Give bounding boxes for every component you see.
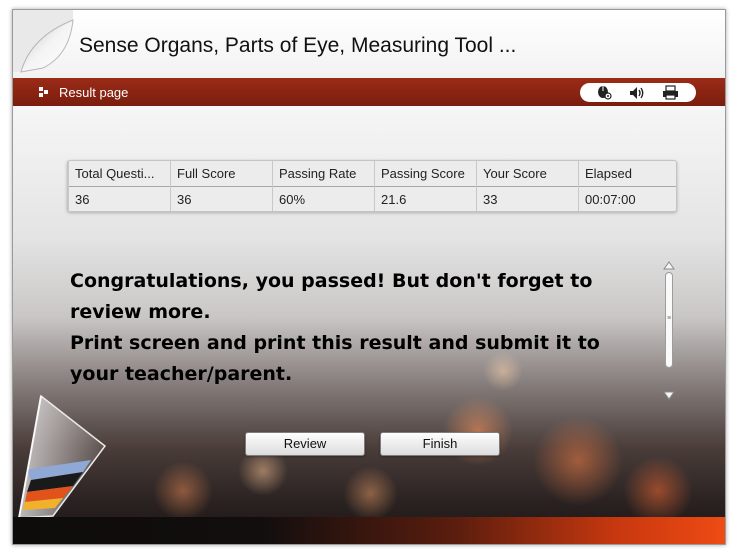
printer-icon <box>662 85 678 100</box>
scroll-down-button[interactable] <box>663 390 675 400</box>
column-value: 36 <box>75 192 90 207</box>
tool-pill <box>580 83 696 102</box>
column-header: Passing Score <box>381 166 465 181</box>
column-full-score: Full Score 36 <box>170 161 273 211</box>
speaker-icon <box>629 86 643 99</box>
result-page-label: Result page <box>59 85 129 100</box>
column-elapsed: Elapsed 00:07:00 <box>578 161 676 211</box>
title-area: Sense Organs, Parts of Eye, Measuring To… <box>13 10 725 78</box>
column-value: 21.6 <box>381 192 407 207</box>
bokeh-light <box>153 461 213 521</box>
mouse-settings-button[interactable] <box>594 84 614 101</box>
column-passing-rate: Passing Rate 60% <box>272 161 375 211</box>
scroll-thumb[interactable]: ≡ <box>665 272 673 368</box>
column-passing-score: Passing Score 21.6 <box>374 161 477 211</box>
bokeh-light <box>343 466 398 521</box>
scroll-up-button[interactable] <box>663 260 675 270</box>
page-marker-icon <box>39 87 48 97</box>
print-button[interactable] <box>660 84 680 101</box>
bokeh-light <box>533 416 623 506</box>
content-area: Total Questi... 36 Full Score 36 Passing… <box>13 106 725 544</box>
column-header: Passing Rate <box>279 166 357 181</box>
bottom-stripe <box>13 517 725 544</box>
grip-icon: ≡ <box>667 315 672 322</box>
score-table: Total Questi... 36 Full Score 36 Passing… <box>67 160 677 212</box>
column-header: Total Questi... <box>75 166 155 181</box>
result-message: Congratulations, you passed! But don't f… <box>70 266 645 390</box>
column-value: 36 <box>177 192 192 207</box>
column-your-score: Your Score 33 <box>476 161 579 211</box>
sound-button[interactable] <box>627 84 647 101</box>
column-header: Full Score <box>177 166 236 181</box>
column-total-questions: Total Questi... 36 <box>68 161 171 211</box>
column-value: 33 <box>483 192 498 207</box>
column-header: Your Score <box>483 166 547 181</box>
quiz-window: Sense Organs, Parts of Eye, Measuring To… <box>12 9 726 545</box>
message-scrollbar[interactable]: ≡ <box>662 260 676 400</box>
review-button[interactable]: Review <box>245 432 365 456</box>
header-bar: Result page <box>13 78 725 106</box>
column-value: 00:07:00 <box>585 192 636 207</box>
page-title: Sense Organs, Parts of Eye, Measuring To… <box>79 34 517 57</box>
column-header: Elapsed <box>585 166 632 181</box>
finish-button[interactable]: Finish <box>380 432 500 456</box>
bokeh-light <box>623 456 693 526</box>
arrow-up-icon <box>663 260 675 269</box>
page-curl-decoration <box>13 10 74 73</box>
column-value: 60% <box>279 192 306 207</box>
mouse-settings-icon <box>598 86 612 100</box>
arrow-down-icon <box>663 391 675 400</box>
message-line-print: Print screen and print this result and s… <box>70 332 600 385</box>
message-line-passed: Congratulations, you passed! But don't f… <box>70 270 593 323</box>
